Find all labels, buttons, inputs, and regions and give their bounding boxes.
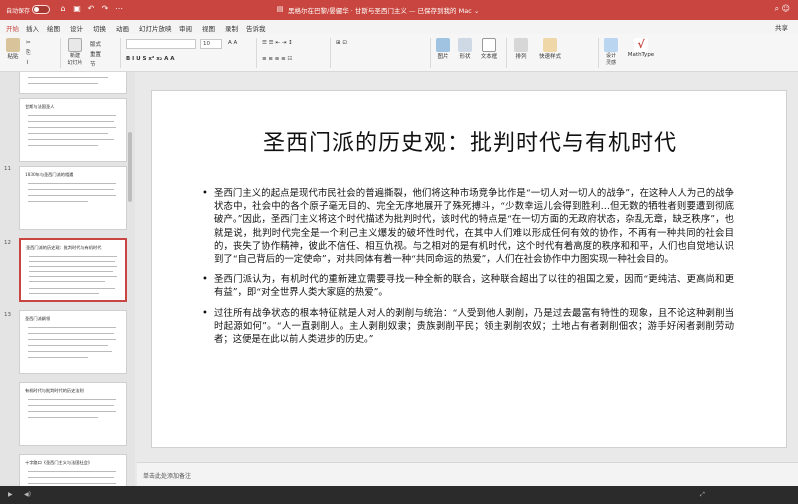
tab-record[interactable]: 录制 bbox=[225, 23, 238, 33]
ribbon-tab-bar: 开始 插入 绘图 设计 切换 动画 幻灯片放映 审阅 视图 录制 告诉我 共享 bbox=[0, 20, 798, 35]
mathtype-icon: √ bbox=[634, 38, 648, 52]
powerpoint-file-icon: ▤ bbox=[276, 5, 284, 13]
thumbnail-title: 圣西门派纲领 bbox=[25, 316, 51, 321]
slide-thumbnail[interactable] bbox=[19, 72, 127, 94]
layout-button[interactable]: 版式 bbox=[90, 40, 101, 48]
current-slide[interactable]: 圣西门派的历史观：批判时代与有机时代 圣西门主义的起点是现代市民社会的普遍撕裂，… bbox=[151, 90, 787, 448]
thumbnail-title: 1830年与圣西门派的相遇 bbox=[25, 172, 74, 177]
thumbnail-scrollbar[interactable] bbox=[127, 72, 133, 486]
section-button[interactable]: 节 bbox=[90, 60, 96, 68]
designer-button[interactable]: 设计 灵感 bbox=[602, 38, 620, 66]
format-icons[interactable]: B I U S x² x₂ A A bbox=[126, 56, 175, 62]
thumbnail-number: 13 bbox=[4, 312, 11, 318]
picture-icon bbox=[436, 38, 450, 52]
font-grow-shrink-icons[interactable]: A A bbox=[228, 40, 237, 46]
textbox-button[interactable]: 文本框 bbox=[478, 38, 500, 60]
shape-button[interactable]: 形状 bbox=[456, 38, 474, 60]
designer-icon bbox=[604, 38, 618, 52]
tab-view[interactable]: 视图 bbox=[202, 23, 215, 33]
clipboard-icon bbox=[6, 38, 20, 52]
slide-editor: 圣西门派的历史观：批判时代与有机时代 圣西门主义的起点是现代市民社会的普遍撕裂，… bbox=[137, 72, 798, 462]
thumbnail-title: 圣西门派的历史观：批判时代与有机时代 bbox=[26, 245, 102, 250]
fullscreen-icon[interactable]: ⤢ bbox=[700, 491, 705, 499]
tab-tell-me[interactable]: 告诉我 bbox=[246, 23, 266, 33]
tab-review[interactable]: 审阅 bbox=[179, 23, 192, 33]
mathtype-button[interactable]: √ MathType bbox=[626, 38, 656, 58]
align-icons[interactable]: ≡ ≡ ≡ ≡ ☷ bbox=[262, 56, 292, 62]
textbox-icon bbox=[482, 38, 496, 52]
quick-styles-icon bbox=[543, 38, 557, 52]
bullet-item: 圣西门派认为，有机时代的重新建立需要寻找一种全新的联合，这种联合超出了以往的祖国… bbox=[202, 273, 734, 299]
autosave-label: 自动保存 bbox=[6, 8, 31, 15]
thumbnail-title: 十字路口《圣西门主义与法国社会》 bbox=[25, 460, 93, 465]
arrange-button[interactable]: 排列 bbox=[512, 38, 530, 60]
ribbon-home: 粘贴 ✂ ⎘ ⌇ 新建 幻灯片 版式 重置 节 10 A A B I U S x… bbox=[0, 34, 798, 72]
tab-animations[interactable]: 动画 bbox=[116, 23, 129, 33]
scrollbar-thumb[interactable] bbox=[128, 132, 132, 202]
thumbnail-title: 有机时代与批判时代的历史法则 bbox=[25, 388, 84, 393]
save-icon[interactable]: ▣ bbox=[72, 4, 82, 14]
slide-thumbnail[interactable]: 1830年与圣西门派的相遇 bbox=[19, 166, 127, 230]
slide-title[interactable]: 圣西门派的历史观：批判时代与有机时代 bbox=[152, 125, 788, 157]
copy-icon[interactable]: ⎘ bbox=[26, 50, 30, 57]
picture-button[interactable]: 图片 bbox=[434, 38, 452, 60]
title-bar: 自动保存 ⌂ ▣ ↶ ↷ ⋯ ▤ 黑格尔在巴黎/晏儼华 · 甘斯与圣西门主义 —… bbox=[0, 0, 798, 20]
arrange-icon bbox=[514, 38, 528, 52]
slide-thumbnail[interactable]: 有机时代与批判时代的历史法则 bbox=[19, 382, 127, 446]
slide-thumbnail-selected[interactable]: 圣西门派的历史观：批判时代与有机时代 bbox=[19, 238, 127, 302]
shape-icon bbox=[458, 38, 472, 52]
convert-smartart-icon[interactable]: ⊞ ⊡ bbox=[336, 40, 347, 46]
play-icon[interactable]: ▶ bbox=[8, 491, 13, 498]
list-icons[interactable]: ☰ ☰ ⇤ ⇥ ↕ bbox=[262, 40, 293, 46]
slide-thumbnail[interactable]: 甘斯与法国圣人 bbox=[19, 98, 127, 162]
quick-styles-button[interactable]: 快速样式 bbox=[536, 38, 564, 60]
font-size-select[interactable]: 10 bbox=[200, 39, 222, 49]
tab-transitions[interactable]: 切换 bbox=[93, 23, 106, 33]
home-icon[interactable]: ⌂ bbox=[58, 4, 68, 14]
bullet-item: 过往所有战争状态的根本特征就是人对人的剥削与统治：“人受到他人剥削，乃是过去最富… bbox=[202, 307, 734, 347]
cut-icon[interactable]: ✂ bbox=[26, 40, 31, 46]
redo-icon[interactable]: ↷ bbox=[100, 4, 110, 14]
notes-placeholder: 单击此处添加备注 bbox=[143, 473, 192, 480]
format-painter-icon[interactable]: ⌇ bbox=[26, 60, 29, 66]
slide-thumbnail-pane: 甘斯与法国圣人 11 1830年与圣西门派的相遇 12 圣西门派的历史观：批判时… bbox=[0, 72, 135, 504]
share-button[interactable]: 共享 bbox=[775, 22, 788, 32]
slide-icon bbox=[68, 38, 82, 52]
font-family-select[interactable] bbox=[126, 39, 196, 49]
paste-button[interactable]: 粘贴 bbox=[4, 38, 22, 60]
bullet-item: 圣西门主义的起点是现代市民社会的普遍撕裂，他们将这种市场竞争比作是“一切人对一切… bbox=[202, 187, 734, 266]
thumbnail-number: 11 bbox=[4, 166, 11, 172]
tab-draw[interactable]: 绘图 bbox=[47, 23, 60, 33]
search-and-account-icons[interactable]: ⌕ ☺ bbox=[775, 4, 790, 14]
status-bar: ▶ ◀) ⤢ bbox=[0, 486, 798, 504]
reset-button[interactable]: 重置 bbox=[90, 50, 101, 58]
slide-body[interactable]: 圣西门主义的起点是现代市民社会的普遍撕裂，他们将这种市场竞争比作是“一切人对一切… bbox=[202, 187, 734, 353]
thumbnail-number: 12 bbox=[4, 240, 11, 246]
notes-pane[interactable]: 单击此处添加备注 bbox=[137, 462, 798, 486]
slide-thumbnail[interactable]: 圣西门派纲领 bbox=[19, 310, 127, 374]
volume-icon[interactable]: ◀) bbox=[24, 491, 31, 498]
tab-slideshow[interactable]: 幻灯片放映 bbox=[139, 23, 172, 33]
thumbnail-title: 甘斯与法国圣人 bbox=[25, 104, 55, 109]
more-icon[interactable]: ⋯ bbox=[114, 4, 124, 14]
tab-insert[interactable]: 插入 bbox=[26, 23, 39, 33]
new-slide-button[interactable]: 新建 幻灯片 bbox=[64, 38, 86, 66]
undo-icon[interactable]: ↶ bbox=[86, 4, 96, 14]
autosave-toggle[interactable] bbox=[32, 5, 50, 14]
tab-design[interactable]: 设计 bbox=[70, 23, 83, 33]
document-title: 黑格尔在巴黎/晏儼华 · 甘斯与圣西门主义 — 已保存到我的 Mac ⌄ bbox=[288, 7, 480, 15]
